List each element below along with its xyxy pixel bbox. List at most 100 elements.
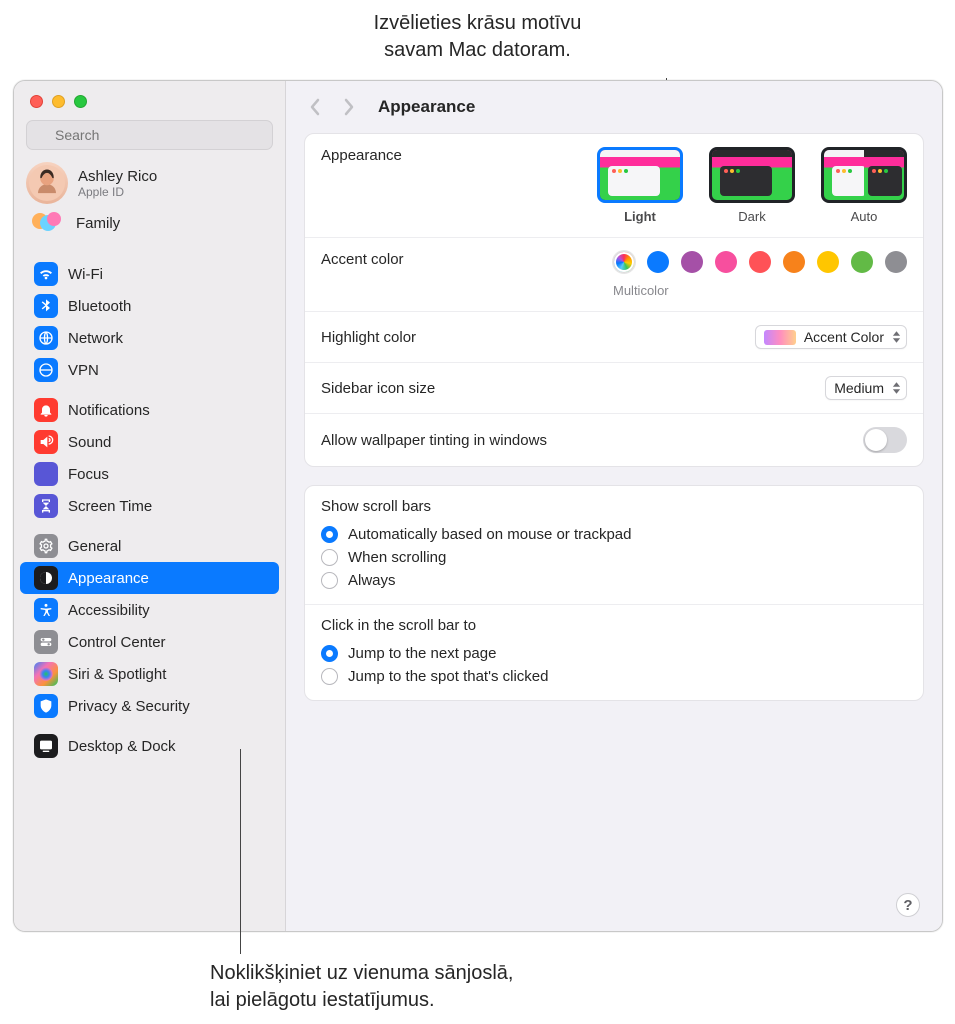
page-title: Appearance bbox=[378, 97, 475, 117]
content-area: Appearance Appearance Light Dark bbox=[286, 81, 942, 931]
radio-icon bbox=[321, 549, 338, 566]
avatar bbox=[26, 162, 68, 204]
siri-icon bbox=[34, 662, 58, 686]
account-row[interactable]: Ashley Rico Apple ID bbox=[14, 156, 285, 208]
sidebar-item-vpn[interactable]: VPN bbox=[20, 354, 279, 386]
appearance-option-auto[interactable]: Auto bbox=[821, 147, 907, 224]
notifications-icon bbox=[34, 398, 58, 422]
row-scrollclick: Click in the scroll bar to Jump to the n… bbox=[305, 605, 923, 700]
sidebar-item-label: Siri & Spotlight bbox=[68, 666, 166, 683]
scrollbars-option-2[interactable]: Always bbox=[321, 569, 907, 592]
sidebar-item-label: Network bbox=[68, 330, 123, 347]
close-button[interactable] bbox=[30, 95, 43, 108]
row-accent: Accent color Multicolor bbox=[305, 238, 923, 312]
sidebar-item-label: Accessibility bbox=[68, 602, 150, 619]
callout-bottom: Noklikšķiniet uz vienuma sānjoslā, lai p… bbox=[210, 960, 513, 1014]
appearance-icon bbox=[34, 566, 58, 590]
network-icon bbox=[34, 326, 58, 350]
controlcenter-icon bbox=[34, 630, 58, 654]
scrollclick-option-1[interactable]: Jump to the spot that's clicked bbox=[321, 665, 907, 688]
callout-top-line2: savam Mac datoram. bbox=[0, 37, 955, 64]
sidebar-item-label: Appearance bbox=[68, 570, 149, 587]
radio-icon bbox=[321, 645, 338, 662]
sidebar-nav: Wi-FiBluetooth Network VPN NotificationsSou… bbox=[14, 246, 285, 766]
sidebar-item-label: Screen Time bbox=[68, 498, 152, 515]
sidebar-item-general[interactable]: General bbox=[20, 530, 279, 562]
desktopdock-icon bbox=[34, 734, 58, 758]
sidebar-item-focus[interactable]: Focus bbox=[20, 458, 279, 490]
scrollbars-option-1[interactable]: When scrolling bbox=[321, 546, 907, 569]
general-icon bbox=[34, 534, 58, 558]
privacy-icon bbox=[34, 694, 58, 718]
sidebar-item-wifi[interactable]: Wi-Fi bbox=[20, 258, 279, 290]
search-wrap bbox=[14, 108, 285, 156]
sidebar-item-bluetooth[interactable]: Bluetooth bbox=[20, 290, 279, 322]
appearance-option-dark[interactable]: Dark bbox=[709, 147, 795, 224]
sidebar-item-accessibility[interactable]: Accessibility bbox=[20, 594, 279, 626]
sidebar-item-siri[interactable]: Siri & Spotlight bbox=[20, 658, 279, 690]
sidebar-icon-label: Sidebar icon size bbox=[321, 380, 435, 397]
appearance-option-light[interactable]: Light bbox=[597, 147, 683, 224]
callout-bottom-pointer bbox=[240, 749, 241, 954]
scrollbars-option-label: When scrolling bbox=[348, 549, 446, 566]
sidebar-item-controlcenter[interactable]: Control Center bbox=[20, 626, 279, 658]
sidebar-item-label: Desktop & Dock bbox=[68, 738, 176, 755]
help-button[interactable]: ? bbox=[896, 893, 920, 917]
sidebar-item-sound[interactable]: Sound bbox=[20, 426, 279, 458]
accent-color-7[interactable] bbox=[851, 251, 873, 273]
wallpaper-tinting-switch[interactable] bbox=[863, 427, 907, 453]
accent-color-5[interactable] bbox=[783, 251, 805, 273]
scrollbars-option-0[interactable]: Automatically based on mouse or trackpad bbox=[321, 523, 907, 546]
panel-appearance: Appearance Light Dark bbox=[304, 133, 924, 467]
chevron-updown-icon bbox=[892, 382, 901, 394]
sidebar-item-privacy[interactable]: Privacy & Security bbox=[20, 690, 279, 722]
highlight-value: Accent Color bbox=[804, 329, 884, 345]
sidebar-item-label: VPN bbox=[68, 362, 99, 379]
sidebar-icon-value: Medium bbox=[834, 380, 884, 396]
family-row[interactable]: Family bbox=[14, 208, 285, 246]
highlight-swatch bbox=[764, 330, 796, 345]
account-name: Ashley Rico bbox=[78, 168, 157, 185]
accent-color-3[interactable] bbox=[715, 251, 737, 273]
radio-icon bbox=[321, 572, 338, 589]
sidebar: Ashley Rico Apple ID Family Wi-FiBluetoo… bbox=[14, 81, 286, 931]
minimize-button[interactable] bbox=[52, 95, 65, 108]
back-button[interactable] bbox=[304, 94, 326, 120]
sidebar-item-label: Privacy & Security bbox=[68, 698, 190, 715]
zoom-button[interactable] bbox=[74, 95, 87, 108]
forward-button[interactable] bbox=[338, 94, 360, 120]
row-scrollbars: Show scroll bars Automatically based on … bbox=[305, 486, 923, 605]
sidebar-item-notifications[interactable]: Notifications bbox=[20, 394, 279, 426]
accent-color-8[interactable] bbox=[885, 251, 907, 273]
sidebar-item-label: Control Center bbox=[68, 634, 166, 651]
chevron-updown-icon bbox=[892, 331, 901, 343]
family-icon bbox=[28, 210, 66, 236]
scrollclick-option-0[interactable]: Jump to the next page bbox=[321, 642, 907, 665]
scrollbars-option-label: Automatically based on mouse or trackpad bbox=[348, 526, 631, 543]
sidebar-icon-popup[interactable]: Medium bbox=[825, 376, 907, 400]
accent-wrap: Multicolor bbox=[613, 251, 907, 298]
sidebar-item-label: Focus bbox=[68, 466, 109, 483]
radio-icon bbox=[321, 526, 338, 543]
wallpaper-tinting-label: Allow wallpaper tinting in windows bbox=[321, 432, 547, 449]
radio-icon bbox=[321, 668, 338, 685]
accent-color-6[interactable] bbox=[817, 251, 839, 273]
wifi-icon bbox=[34, 262, 58, 286]
scrollbars-title: Show scroll bars bbox=[321, 498, 907, 515]
focus-icon bbox=[34, 462, 58, 486]
accent-color-0[interactable] bbox=[613, 251, 635, 273]
scrollclick-options: Jump to the next pageJump to the spot th… bbox=[321, 642, 907, 688]
sidebar-item-appearance[interactable]: Appearance bbox=[20, 562, 279, 594]
accent-color-4[interactable] bbox=[749, 251, 771, 273]
search-input[interactable] bbox=[26, 120, 273, 150]
vpn-icon bbox=[34, 358, 58, 382]
highlight-popup[interactable]: Accent Color bbox=[755, 325, 907, 349]
row-sidebar-icon-size: Sidebar icon size Medium bbox=[305, 363, 923, 414]
sidebar-item-screentime[interactable]: Screen Time bbox=[20, 490, 279, 522]
sidebar-item-network[interactable]: Network bbox=[20, 322, 279, 354]
account-text: Ashley Rico Apple ID bbox=[78, 168, 157, 199]
accent-color-2[interactable] bbox=[681, 251, 703, 273]
screentime-icon bbox=[34, 494, 58, 518]
callout-top: Izvēlieties krāsu motīvu savam Mac dator… bbox=[0, 10, 955, 64]
accent-color-1[interactable] bbox=[647, 251, 669, 273]
